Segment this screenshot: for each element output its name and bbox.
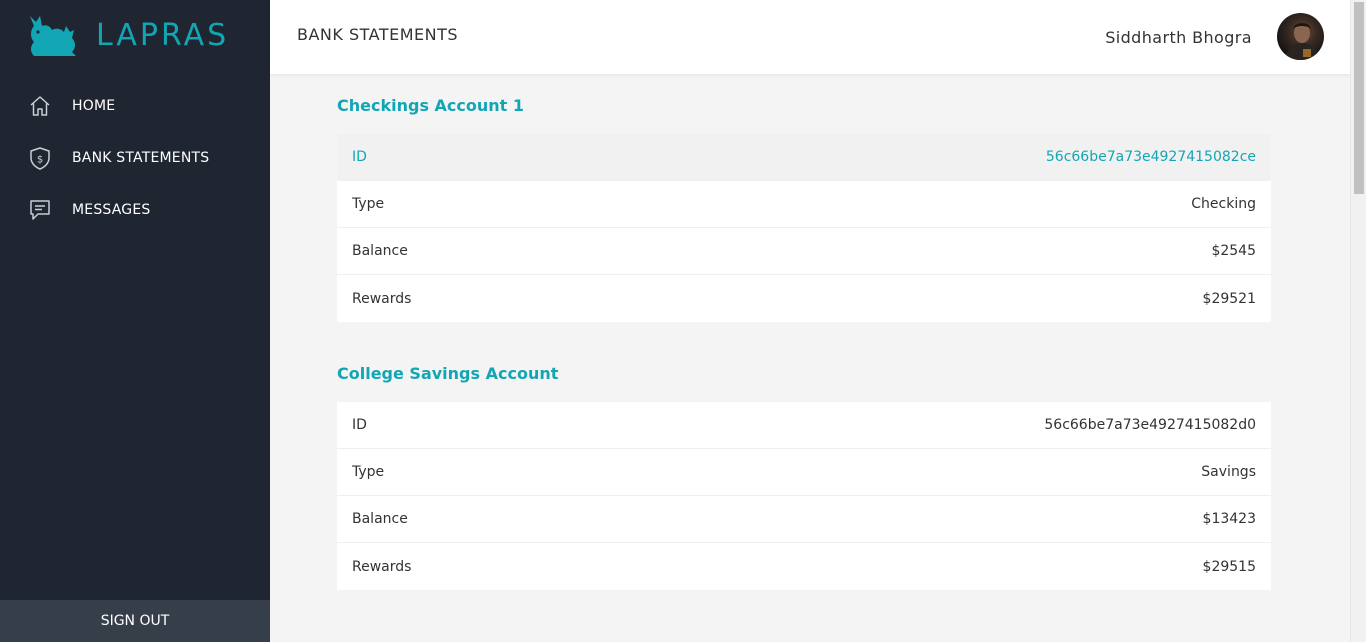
- row-label: Balance: [352, 511, 408, 527]
- table-row[interactable]: Rewards $29521: [337, 275, 1271, 322]
- row-label: Rewards: [352, 558, 412, 575]
- home-icon: [30, 96, 50, 116]
- row-value: Savings: [1201, 464, 1256, 480]
- row-value: 56c66be7a73e4927415082d0: [1044, 417, 1256, 433]
- table-row[interactable]: Type Checking: [337, 181, 1271, 228]
- sidebar-nav: HOME $ BANK STATEMENTS MESSAGES: [0, 80, 270, 236]
- row-label: Rewards: [352, 290, 412, 307]
- table-row[interactable]: ID 56c66be7a73e4927415082ce: [337, 134, 1271, 181]
- sidebar-item-label: MESSAGES: [72, 202, 151, 218]
- row-label: ID: [352, 417, 367, 433]
- table-row[interactable]: ID 56c66be7a73e4927415082d0: [337, 402, 1271, 449]
- account-table: ID 56c66be7a73e4927415082ce Type Checkin…: [337, 134, 1271, 322]
- avatar[interactable]: [1277, 13, 1324, 60]
- row-label: ID: [352, 149, 367, 165]
- lapras-logo-icon: [30, 16, 76, 56]
- row-value: Checking: [1191, 196, 1256, 212]
- page-title: BANK STATEMENTS: [297, 25, 459, 44]
- sidebar: LAPRAS HOME $ BANK STATEMENTS MESSAGES S…: [0, 0, 270, 642]
- row-value: $29515: [1202, 558, 1256, 575]
- sidebar-item-label: BANK STATEMENTS: [72, 150, 210, 166]
- table-row[interactable]: Balance $13423: [337, 496, 1271, 543]
- account-card: College Savings Account ID 56c66be7a73e4…: [337, 342, 1271, 590]
- sidebar-item-home[interactable]: HOME: [0, 80, 270, 132]
- message-icon: [30, 200, 50, 220]
- svg-text:$: $: [37, 155, 43, 166]
- main-content: Checkings Account 1 ID 56c66be7a73e49274…: [337, 74, 1271, 590]
- shield-dollar-icon: $: [30, 147, 50, 170]
- row-label: Type: [352, 196, 385, 212]
- header: BANK STATEMENTS Siddharth Bhogra: [270, 0, 1350, 74]
- scrollbar[interactable]: [1350, 0, 1366, 642]
- account-table: ID 56c66be7a73e4927415082d0 Type Savings…: [337, 402, 1271, 590]
- sidebar-item-messages[interactable]: MESSAGES: [0, 184, 270, 236]
- user-name[interactable]: Siddharth Bhogra: [1105, 28, 1252, 47]
- row-value: $29521: [1202, 290, 1256, 307]
- sign-out-button[interactable]: SIGN OUT: [0, 600, 270, 642]
- sidebar-item-bank-statements[interactable]: $ BANK STATEMENTS: [0, 132, 270, 184]
- row-label: Balance: [352, 243, 408, 259]
- row-label: Type: [352, 464, 385, 480]
- row-value: $13423: [1202, 511, 1256, 527]
- logo[interactable]: LAPRAS: [26, 12, 229, 58]
- scrollbar-thumb[interactable]: [1354, 2, 1364, 194]
- brand-name: LAPRAS: [96, 17, 230, 53]
- row-value: $2545: [1211, 243, 1256, 259]
- table-row[interactable]: Balance $2545: [337, 228, 1271, 275]
- row-value: 56c66be7a73e4927415082ce: [1045, 149, 1256, 165]
- account-title: College Savings Account: [337, 363, 559, 383]
- table-row[interactable]: Rewards $29515: [337, 543, 1271, 590]
- avatar-image: [1285, 23, 1319, 60]
- sidebar-item-label: HOME: [72, 98, 116, 114]
- account-title: Checkings Account 1: [337, 95, 525, 115]
- table-row[interactable]: Type Savings: [337, 449, 1271, 496]
- account-card: Checkings Account 1 ID 56c66be7a73e49274…: [337, 74, 1271, 322]
